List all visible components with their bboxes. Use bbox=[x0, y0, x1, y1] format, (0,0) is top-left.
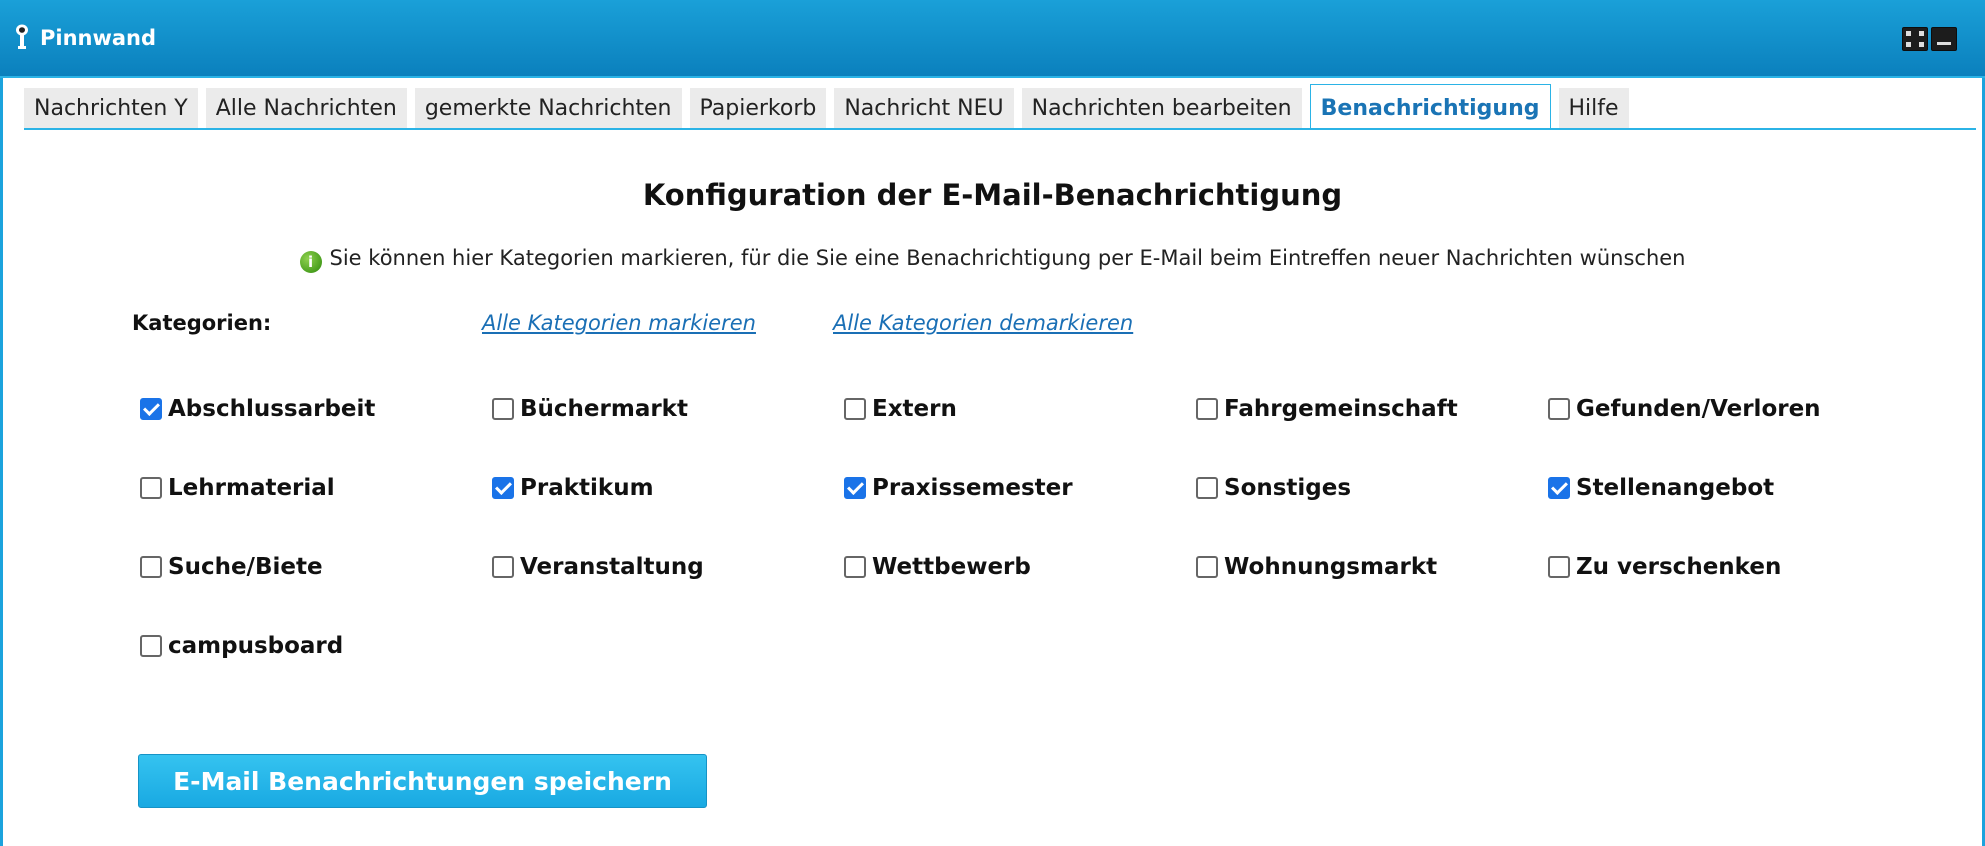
minimize-icon[interactable] bbox=[1931, 27, 1957, 51]
info-message: i Sie können hier Kategorien markieren, f… bbox=[0, 246, 1985, 273]
category-stellenangebot[interactable]: Stellenangebot bbox=[1548, 471, 1900, 511]
category-label: Praktikum bbox=[520, 475, 654, 501]
category-abschlussarbeit[interactable]: Abschlussarbeit bbox=[140, 392, 492, 432]
checkbox[interactable] bbox=[140, 556, 162, 578]
mark-all-link[interactable]: Alle Kategorien markieren bbox=[482, 311, 756, 335]
category-wohnungsmarkt[interactable]: Wohnungsmarkt bbox=[1196, 550, 1548, 590]
category-label: Praxissemester bbox=[872, 475, 1073, 501]
category-suche-biete[interactable]: Suche/Biete bbox=[140, 550, 492, 590]
tab-nachrichten-y[interactable]: Nachrichten Y bbox=[24, 88, 198, 128]
tab-nachrichten-bearbeiten[interactable]: Nachrichten bearbeiten bbox=[1021, 88, 1302, 128]
category-extern[interactable]: Extern bbox=[844, 392, 1196, 432]
category-label: Zu verschenken bbox=[1576, 554, 1782, 580]
pin-icon bbox=[16, 24, 28, 49]
category-fahrgemeinschaft[interactable]: Fahrgemeinschaft bbox=[1196, 392, 1548, 432]
category-label: Stellenangebot bbox=[1576, 475, 1775, 501]
category-label: Abschlussarbeit bbox=[168, 396, 376, 422]
category-label: Fahrgemeinschaft bbox=[1224, 396, 1458, 422]
maximize-icon[interactable] bbox=[1902, 27, 1928, 51]
category-label: Extern bbox=[872, 396, 957, 422]
category-label: Veranstaltung bbox=[520, 554, 704, 580]
categories-label: Kategorien: bbox=[132, 311, 272, 335]
checkbox[interactable] bbox=[140, 635, 162, 657]
checkbox[interactable] bbox=[844, 477, 866, 499]
checkbox[interactable] bbox=[1548, 556, 1570, 578]
category-grid: Abschlussarbeit Büchermarkt Extern Fahrg… bbox=[140, 392, 1900, 708]
tab-gemerkte-nachrichten[interactable]: gemerkte Nachrichten bbox=[414, 88, 682, 128]
checkbox[interactable] bbox=[1548, 398, 1570, 420]
info-text: Sie können hier Kategorien markieren, fü… bbox=[329, 246, 1686, 270]
tab-benachrichtigung[interactable]: Benachrichtigung bbox=[1309, 84, 1551, 128]
tab-bar: Nachrichten Y Alle Nachrichten gemerkte … bbox=[24, 84, 1629, 128]
checkbox[interactable] bbox=[844, 398, 866, 420]
page-title: Konfiguration der E-Mail-Benachrichtigun… bbox=[642, 178, 1343, 212]
checkbox[interactable] bbox=[492, 556, 514, 578]
category-label: Suche/Biete bbox=[168, 554, 323, 580]
checkbox[interactable] bbox=[1196, 477, 1218, 499]
category-label: Sonstiges bbox=[1224, 475, 1352, 501]
category-lehrmaterial[interactable]: Lehrmaterial bbox=[140, 471, 492, 511]
tab-hilfe[interactable]: Hilfe bbox=[1558, 88, 1629, 128]
checkbox[interactable] bbox=[1196, 556, 1218, 578]
category-praxissemester[interactable]: Praxissemester bbox=[844, 471, 1196, 511]
category-campusboard[interactable]: campusboard bbox=[140, 629, 492, 669]
checkbox[interactable] bbox=[1196, 398, 1218, 420]
title-bar: Pinnwand bbox=[0, 0, 1985, 78]
category-label: Büchermarkt bbox=[520, 396, 688, 422]
category-label: Gefunden/Verloren bbox=[1576, 396, 1821, 422]
category-label: Lehrmaterial bbox=[168, 475, 335, 501]
category-sonstiges[interactable]: Sonstiges bbox=[1196, 471, 1548, 511]
category-zu-verschenken[interactable]: Zu verschenken bbox=[1548, 550, 1900, 590]
category-label: campusboard bbox=[168, 633, 344, 659]
category-label: Wohnungsmarkt bbox=[1224, 554, 1438, 580]
category-label: Wettbewerb bbox=[872, 554, 1031, 580]
category-praktikum[interactable]: Praktikum bbox=[492, 471, 844, 511]
checkbox[interactable] bbox=[140, 477, 162, 499]
checkbox[interactable] bbox=[140, 398, 162, 420]
tab-nachricht-neu[interactable]: Nachricht NEU bbox=[834, 88, 1014, 128]
checkbox[interactable] bbox=[492, 398, 514, 420]
checkbox[interactable] bbox=[492, 477, 514, 499]
category-wettbewerb[interactable]: Wettbewerb bbox=[844, 550, 1196, 590]
tab-papierkorb[interactable]: Papierkorb bbox=[689, 88, 827, 128]
tab-alle-nachrichten[interactable]: Alle Nachrichten bbox=[205, 88, 407, 128]
category-buechermarkt[interactable]: Büchermarkt bbox=[492, 392, 844, 432]
category-gefunden-verloren[interactable]: Gefunden/Verloren bbox=[1548, 392, 1900, 432]
tab-divider bbox=[24, 128, 1976, 130]
checkbox[interactable] bbox=[844, 556, 866, 578]
checkbox[interactable] bbox=[1548, 477, 1570, 499]
save-notifications-button[interactable]: E-Mail Benachrichtungen speichern bbox=[138, 754, 707, 808]
unmark-all-link[interactable]: Alle Kategorien demarkieren bbox=[833, 311, 1133, 335]
window-title: Pinnwand bbox=[40, 26, 157, 50]
category-veranstaltung[interactable]: Veranstaltung bbox=[492, 550, 844, 590]
info-icon: i bbox=[299, 251, 322, 273]
